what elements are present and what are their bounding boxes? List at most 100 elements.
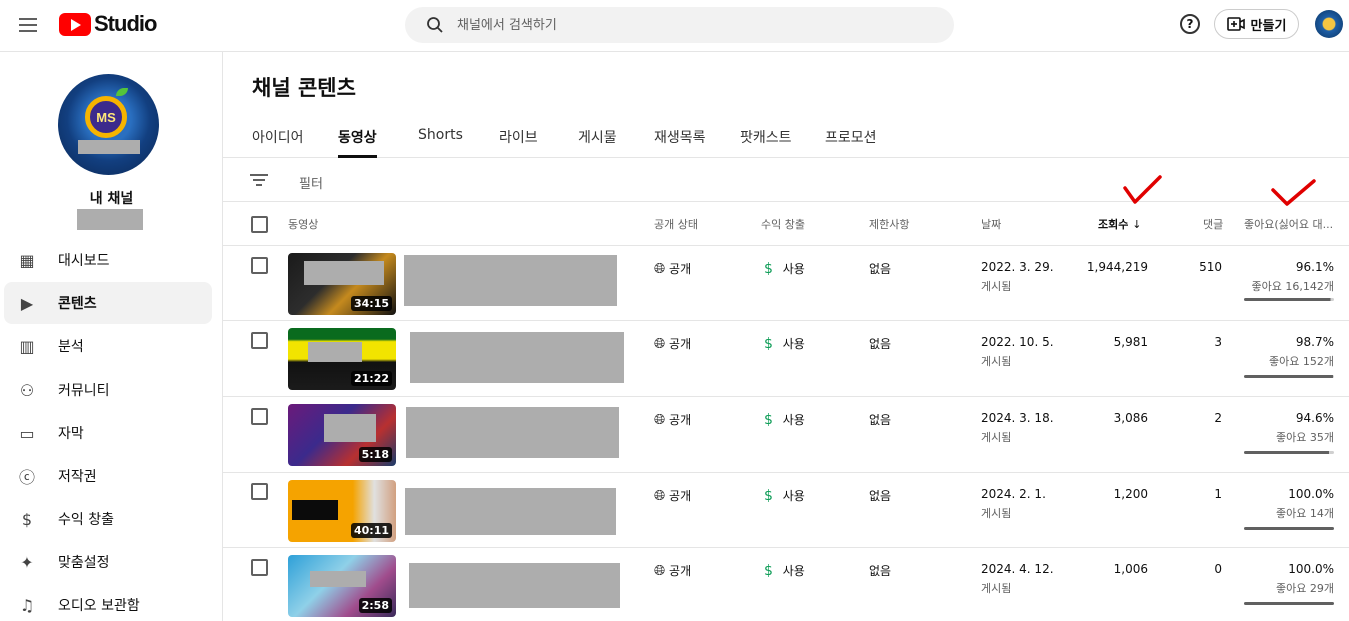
globe-icon: 🌐︎	[654, 261, 666, 277]
sidebar-item-label: 대시보드	[58, 253, 110, 269]
monetization-cell[interactable]: $ 사용	[764, 487, 805, 504]
sort-down-icon: ↓	[1132, 218, 1142, 231]
search-input[interactable]	[457, 17, 917, 33]
sidebar-item-label: 콘텐츠	[58, 296, 97, 312]
comments-cell: 3	[1214, 335, 1222, 349]
sidebar-item-monetization[interactable]: $ 수익 창출	[4, 498, 212, 540]
sidebar-item-copyright[interactable]: ⓒ 저작권	[4, 455, 212, 497]
column-date[interactable]: 날짜	[981, 216, 1001, 232]
table-row[interactable]: 21:22 🌐︎ 공개 $ 사용 없음 2022. 10. 5. 게시됨 5,9…	[223, 321, 1349, 397]
row-checkbox[interactable]	[251, 408, 268, 425]
copyright-icon: ⓒ	[18, 468, 35, 487]
table-row[interactable]: 2:58 🌐︎ 공개 $ 사용 없음 2024. 4. 12. 게시됨 1,00…	[223, 548, 1349, 621]
search-icon[interactable]	[415, 16, 455, 34]
column-likes[interactable]: 좋아요(싫어요 대...	[1244, 216, 1333, 232]
views-cell: 5,981	[1113, 335, 1148, 349]
tab-playlists[interactable]: 재생목록	[654, 127, 706, 158]
row-checkbox[interactable]	[251, 483, 268, 500]
like-count: 좋아요 35개	[1276, 431, 1334, 444]
like-ratio-bar	[1244, 527, 1334, 530]
tab-shorts[interactable]: Shorts	[418, 127, 463, 158]
filter-input[interactable]: 필터	[299, 173, 323, 192]
redacted-block	[78, 140, 140, 154]
monetization-label: 사용	[782, 337, 805, 351]
visibility-label: 공개	[669, 262, 692, 276]
tab-videos[interactable]: 동영상	[338, 127, 377, 158]
sidebar-item-analytics[interactable]: ▥ 분석	[4, 325, 212, 367]
column-monetization[interactable]: 수익 창출	[761, 216, 805, 232]
sidebar-item-subtitles[interactable]: ▭ 자막	[4, 412, 212, 454]
select-all-checkbox[interactable]	[251, 216, 268, 233]
date-cell: 2024. 4. 12. 게시됨	[981, 562, 1054, 596]
date-status: 게시됨	[981, 355, 1012, 368]
monetization-cell[interactable]: $ 사용	[764, 562, 805, 579]
column-restrictions[interactable]: 제한사항	[869, 216, 909, 232]
video-duration: 21:22	[350, 371, 392, 386]
row-checkbox[interactable]	[251, 332, 268, 349]
likes-cell: 94.6% 좋아요 35개	[1234, 411, 1334, 445]
row-checkbox[interactable]	[251, 559, 268, 576]
video-thumbnail[interactable]: 40:11	[288, 480, 396, 542]
column-video: 동영상	[288, 218, 319, 231]
tab-ideas[interactable]: 아이디어	[252, 127, 304, 158]
tab-live[interactable]: 라이브	[499, 127, 538, 158]
like-ratio-bar	[1244, 602, 1334, 605]
column-views-label: 조회수	[1098, 218, 1129, 231]
table-header: 동영상 공개 상태 수익 창출 제한사항 날짜 조회수 ↓ 댓글 좋아요(싫어요…	[223, 202, 1349, 246]
table-row[interactable]: 40:11 🌐︎ 공개 $ 사용 없음 2024. 2. 1. 게시됨 1,20…	[223, 473, 1349, 548]
like-count: 좋아요 14개	[1276, 507, 1334, 520]
comments-cell: 0	[1214, 562, 1222, 576]
tab-promotions[interactable]: 프로모션	[825, 127, 877, 158]
restrictions-cell: 없음	[869, 489, 892, 503]
filter-icon[interactable]	[250, 174, 268, 189]
sidebar-item-community[interactable]: ⚇ 커뮤니티	[4, 369, 212, 411]
visibility-cell[interactable]: 🌐︎ 공개	[654, 562, 691, 579]
column-comments[interactable]: 댓글	[1203, 216, 1223, 232]
table-row[interactable]: 5:18 🌐︎ 공개 $ 사용 없음 2024. 3. 18. 게시됨 3,08…	[223, 397, 1349, 473]
video-thumbnail[interactable]: 34:15	[288, 253, 396, 315]
menu-icon[interactable]	[16, 14, 40, 38]
help-icon[interactable]: ?	[1180, 14, 1200, 34]
views-cell: 1,006	[1113, 562, 1148, 576]
monetization-cell[interactable]: $ 사용	[764, 260, 805, 277]
column-visibility[interactable]: 공개 상태	[654, 216, 698, 232]
date-value: 2022. 3. 29.	[981, 260, 1054, 274]
column-views[interactable]: 조회수 ↓	[1098, 216, 1141, 232]
video-duration: 2:58	[358, 598, 392, 613]
likes-cell: 98.7% 좋아요 152개	[1234, 335, 1334, 369]
sidebar-item-content[interactable]: ▶ 콘텐츠	[4, 282, 212, 324]
channel-avatar[interactable]: MS	[58, 74, 159, 175]
redacted-video-title	[405, 488, 616, 535]
video-thumbnail[interactable]: 21:22	[288, 328, 396, 390]
date-value: 2024. 2. 1.	[981, 487, 1046, 501]
date-value: 2024. 3. 18.	[981, 411, 1054, 425]
leaf-icon	[116, 88, 128, 96]
redacted-video-title	[410, 332, 624, 383]
visibility-cell[interactable]: 🌐︎ 공개	[654, 487, 691, 504]
account-avatar[interactable]	[1315, 10, 1343, 38]
restrictions-cell: 없음	[869, 262, 892, 276]
create-label: 만들기	[1250, 18, 1287, 34]
video-thumbnail[interactable]: 2:58	[288, 555, 396, 617]
search-bar[interactable]	[405, 7, 954, 43]
row-checkbox[interactable]	[251, 257, 268, 274]
tab-posts[interactable]: 게시물	[578, 127, 617, 158]
video-thumbnail[interactable]: 5:18	[288, 404, 396, 466]
subtitles-icon: ▭	[19, 423, 35, 443]
monetization-cell[interactable]: $ 사용	[764, 335, 805, 352]
visibility-cell[interactable]: 🌐︎ 공개	[654, 411, 691, 428]
date-value: 2024. 4. 12.	[981, 562, 1054, 576]
tab-podcasts[interactable]: 팟캐스트	[740, 127, 792, 158]
create-button[interactable]: 만들기	[1214, 9, 1299, 39]
sidebar-item-customization[interactable]: ✦ 맞춤설정	[4, 541, 212, 583]
table-row[interactable]: 34:15 🌐︎ 공개 $ 사용 없음 2022. 3. 29. 게시됨 1,9…	[223, 246, 1349, 321]
sidebar-item-audio-library[interactable]: ♫ 오디오 보관함	[4, 584, 212, 621]
monetization-cell[interactable]: $ 사용	[764, 411, 805, 428]
studio-logo[interactable]: Studio	[59, 11, 157, 37]
redacted-block	[308, 342, 362, 362]
visibility-cell[interactable]: 🌐︎ 공개	[654, 335, 691, 352]
like-percent: 94.6%	[1295, 411, 1334, 425]
globe-icon: 🌐︎	[654, 336, 666, 352]
sidebar-item-dashboard[interactable]: ▦ 대시보드	[4, 239, 212, 281]
visibility-cell[interactable]: 🌐︎ 공개	[654, 260, 691, 277]
